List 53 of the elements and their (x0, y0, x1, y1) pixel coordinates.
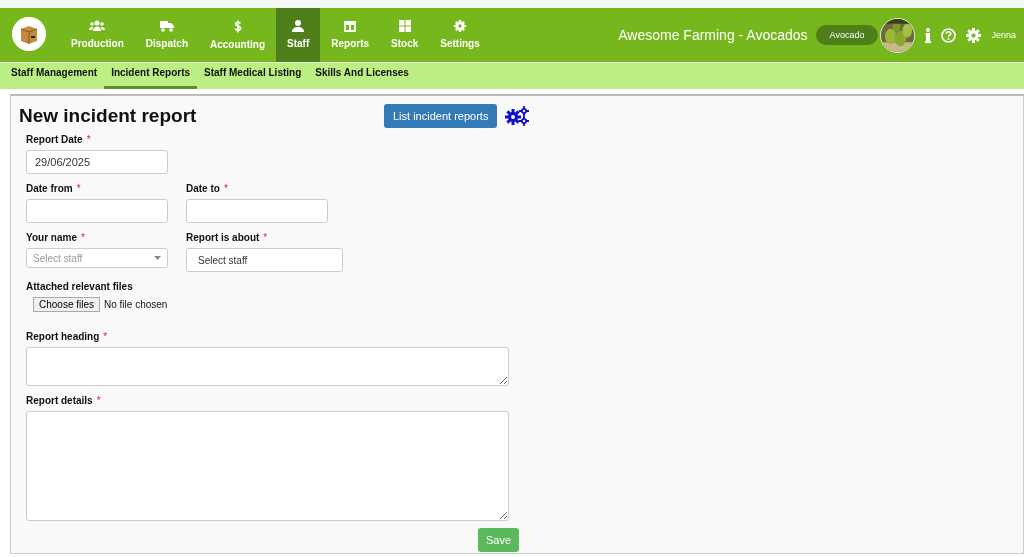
truck-icon (159, 20, 174, 32)
person-icon (292, 20, 305, 32)
sub-tab[interactable]: Skills And Licenses (308, 63, 416, 89)
help-icon[interactable] (941, 27, 957, 43)
date-field[interactable] (26, 199, 168, 223)
nav-tab[interactable]: Stock (380, 8, 430, 62)
field-label: Your name * (26, 232, 86, 243)
text-area[interactable] (26, 411, 509, 521)
caret-icon (154, 256, 161, 260)
people-icon (89, 20, 106, 32)
nav-tab[interactable]: Accounting (199, 8, 276, 62)
farm-title: Awesome Farming - Avocados (618, 27, 808, 43)
page-title: New incident report (19, 105, 198, 127)
field-label: Report heading * (26, 331, 109, 342)
staff-dropdown[interactable]: Select staff (26, 248, 168, 268)
required-mark: * (96, 395, 101, 406)
file-status: No file chosen (104, 299, 168, 310)
text-area[interactable] (26, 347, 509, 386)
nav-tab[interactable]: Production (60, 8, 135, 62)
columns-icon (344, 20, 357, 32)
info-icon[interactable] (925, 27, 932, 43)
nav-tab[interactable]: Dispatch (134, 8, 199, 62)
sub-tab[interactable]: Incident Reports (104, 63, 198, 89)
user-name[interactable]: Jenna (991, 30, 1016, 40)
required-mark: * (80, 232, 85, 243)
required-mark: * (223, 183, 228, 194)
settings-icon[interactable] (505, 106, 530, 126)
date-field[interactable] (186, 199, 328, 223)
field-label: Attached relevant files (26, 281, 134, 292)
save-button[interactable]: Save (478, 528, 519, 552)
crop-selector[interactable]: Avocado (815, 25, 879, 45)
nav-tab[interactable]: Staff (276, 8, 321, 62)
required-mark: * (263, 232, 268, 243)
nav-tab[interactable]: Settings (429, 8, 491, 62)
field-label: Date to * (186, 183, 229, 194)
dollar-icon (233, 19, 242, 33)
nav-tab[interactable]: Reports (320, 8, 381, 62)
date-field[interactable]: 29/06/2025 (26, 150, 168, 174)
sub-tab[interactable]: Staff Management (4, 63, 105, 89)
required-mark: * (86, 134, 91, 145)
list-reports-button[interactable]: List incident reports (384, 104, 498, 128)
required-mark: * (103, 331, 108, 342)
field-label: Date from * (26, 183, 82, 194)
field-label: Report details * (26, 395, 102, 406)
grid-icon (398, 20, 411, 32)
box-logo[interactable] (12, 17, 46, 51)
staff-selector[interactable]: Select staff (186, 248, 343, 272)
settings-icon (454, 20, 466, 32)
sub-tab[interactable]: Staff Medical Listing (197, 63, 309, 89)
field-label: Report is about * (186, 232, 269, 243)
required-mark: * (76, 183, 81, 194)
field-label: Report Date * (26, 134, 92, 145)
choose-files-button[interactable]: Choose files (33, 297, 101, 312)
